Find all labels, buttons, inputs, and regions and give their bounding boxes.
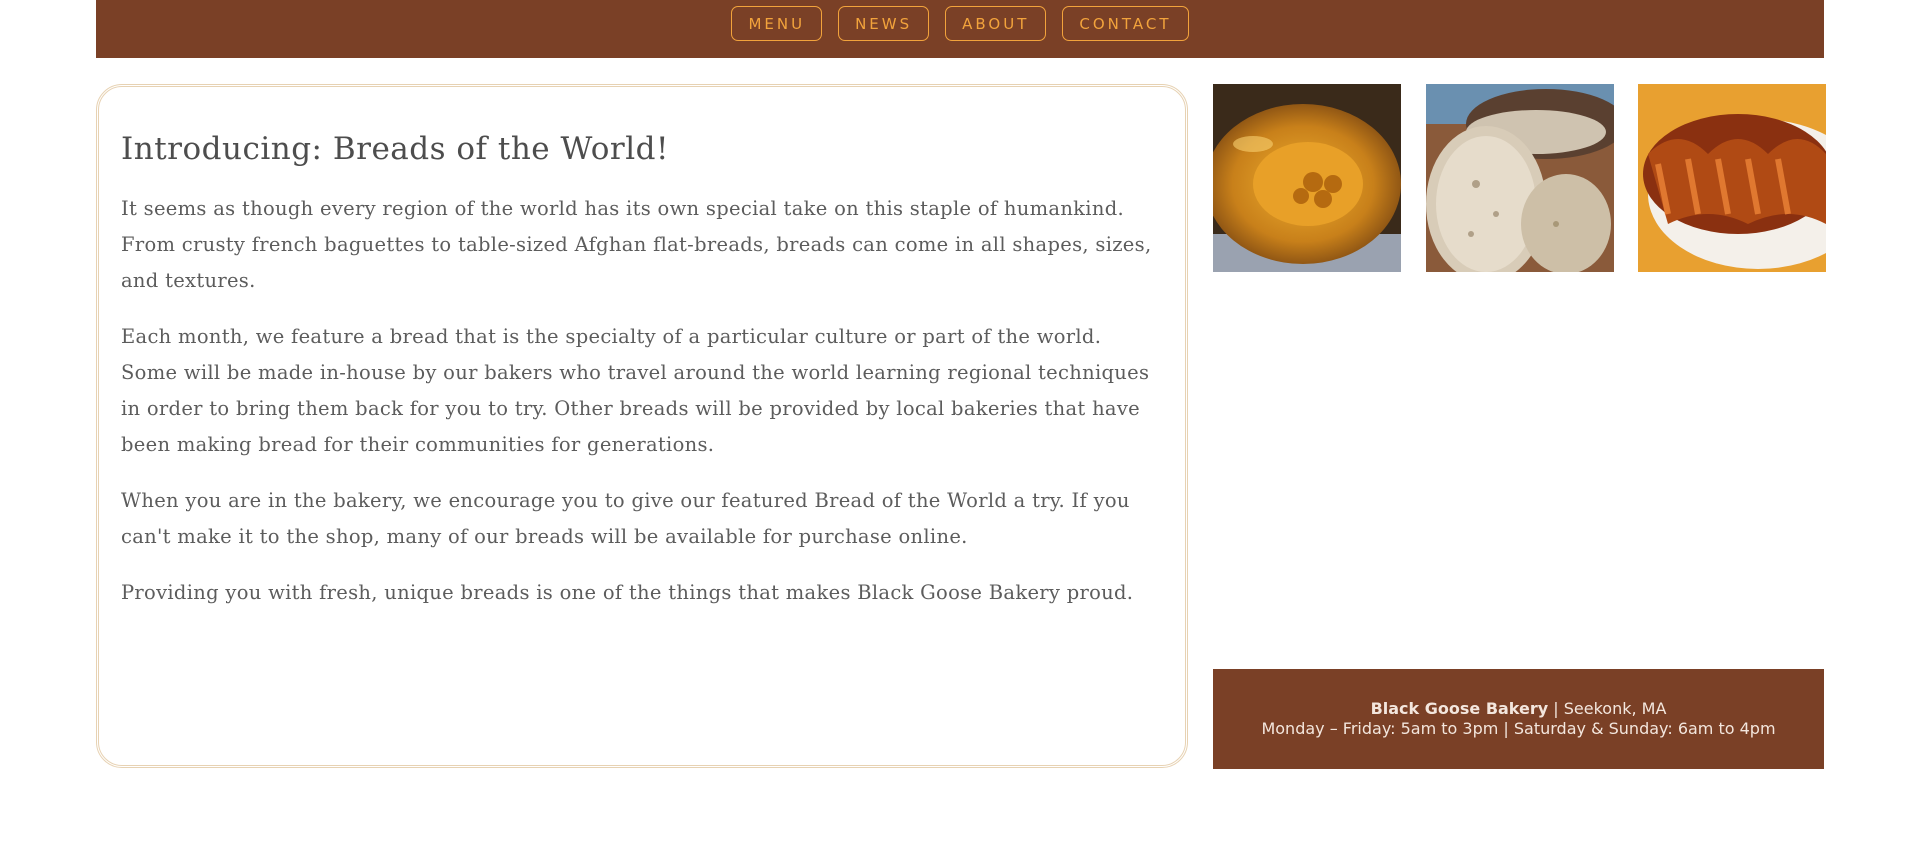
bakery-name-line: Black Goose Bakery | Seekonk, MA: [1371, 699, 1667, 719]
nav-menu: MENU NEWS ABOUT CONTACT: [731, 6, 1189, 41]
nav-item-contact[interactable]: CONTACT: [1062, 6, 1189, 41]
article-paragraph-2: Each month, we feature a bread that is t…: [121, 325, 1150, 456]
nav-item-news[interactable]: NEWS: [838, 6, 930, 41]
bread-photo-flatbread: [1213, 84, 1401, 272]
article-title: Introducing: Breads of the World!: [121, 131, 669, 167]
bakery-hours: Monday – Friday: 5am to 3pm | Saturday &…: [1261, 719, 1776, 738]
article-paragraph-1: It seems as though every region of the w…: [121, 197, 1152, 292]
bakery-info-box: Black Goose Bakery | Seekonk, MA Monday …: [1213, 669, 1824, 769]
nav-item-menu[interactable]: MENU: [731, 6, 823, 41]
top-nav-bar: MENU NEWS ABOUT CONTACT: [96, 0, 1824, 58]
bread-photo-sourdough: [1426, 84, 1614, 272]
nav-item-about[interactable]: ABOUT: [945, 6, 1047, 41]
article-paragraph-3: When you are in the bakery, we encourage…: [121, 489, 1130, 548]
article-paragraph-4: Providing you with fresh, unique breads …: [121, 581, 1134, 604]
bread-photo-braided: [1638, 84, 1826, 272]
bakery-name: Black Goose Bakery: [1370, 699, 1549, 718]
bakery-location: | Seekonk, MA: [1548, 699, 1667, 718]
article-card: Introducing: Breads of the World! It see…: [96, 84, 1188, 768]
